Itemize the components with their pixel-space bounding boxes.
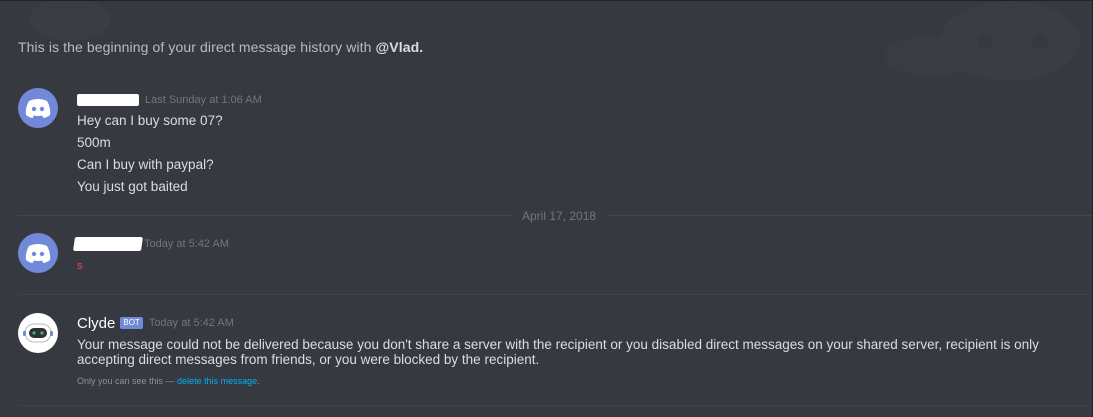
- message-header: Clyde BOT Today at 5:42 AM: [77, 315, 234, 332]
- bot-badge: BOT: [120, 317, 143, 329]
- dm-chat-window: This is the beginning of your direct mes…: [0, 0, 1093, 417]
- ephemeral-notice: Only you can see this — delete this mess…: [77, 376, 260, 386]
- intro-prefix: This is the beginning of your direct mes…: [18, 39, 376, 55]
- redacted-username[interactable]: [77, 94, 139, 106]
- delete-message-link[interactable]: delete this message: [177, 376, 257, 386]
- message-timestamp: Today at 5:42 AM: [148, 317, 234, 329]
- message-separator: [18, 405, 1092, 406]
- discord-logo-icon: [25, 244, 51, 263]
- message-timestamp: Last Sunday at 1:06 AM: [145, 94, 262, 106]
- date-divider-label: April 17, 2018: [512, 209, 607, 223]
- ephemeral-suffix: .: [257, 376, 260, 386]
- message-separator: [18, 294, 1092, 295]
- intro-handle[interactable]: @Vlad: [376, 39, 420, 55]
- clyde-avatar[interactable]: [18, 313, 58, 353]
- avatar[interactable]: [18, 233, 58, 273]
- message-header: Last Sunday at 1:06 AM: [77, 92, 262, 108]
- discord-logo-icon: [25, 99, 51, 118]
- intro-suffix: .: [419, 39, 424, 55]
- message-line: s: [77, 260, 83, 272]
- message-line: 500m: [77, 135, 111, 150]
- message-line: Hey can I buy some 07?: [77, 113, 223, 128]
- clyde-username[interactable]: Clyde: [77, 315, 115, 332]
- message-timestamp: Today at 5:42 AM: [144, 238, 229, 250]
- redacted-username[interactable]: [73, 237, 143, 251]
- dm-history-intro: This is the beginning of your direct mes…: [18, 39, 423, 55]
- ephemeral-prefix: Only you can see this —: [77, 376, 178, 386]
- message-line: Can I buy with paypal?: [77, 157, 214, 172]
- message-line: You just got baited: [77, 179, 188, 194]
- clyde-robot-icon: [23, 323, 53, 343]
- message-header: Today at 5:42 AM: [73, 236, 229, 252]
- avatar[interactable]: [18, 88, 58, 128]
- clyde-message-text: Your message could not be delivered beca…: [77, 337, 1039, 367]
